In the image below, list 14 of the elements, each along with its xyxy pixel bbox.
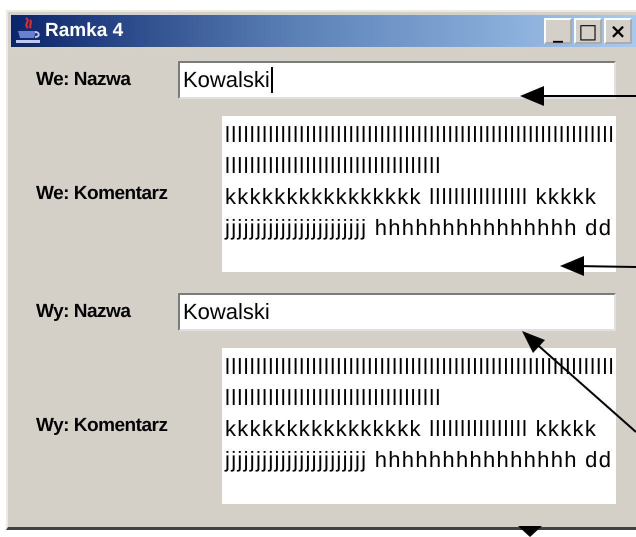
- cup-icon: [15, 17, 41, 45]
- field-label: Wy: Komentarz: [36, 415, 168, 437]
- text-field[interactable]: Kowalski: [178, 293, 616, 331]
- close-button[interactable]: ×: [604, 18, 632, 44]
- text-cursor: [270, 67, 273, 93]
- arrow: [518, 526, 542, 537]
- field-label: We: Komentarz: [36, 183, 168, 205]
- maximize-button[interactable]: □: [574, 18, 602, 44]
- text-area[interactable]: lllllllllllllllllllllllllllllllllllllllllllllllllllllllllllllll lllllllllllllllllllllllllllllllllll kkkkkkkkkkkkkkkk llllllllllllllll kkkkk jjjjjjjjjjjjjjjjjjjjjjj hhhhhhhhhhhhhhh dd: [222, 116, 616, 272]
- field-label: Wy: Nazwa: [36, 301, 130, 323]
- text-field[interactable]: Kowalski: [178, 61, 616, 99]
- minimize-button[interactable]: _: [544, 18, 572, 44]
- field-label: We: Nazwa: [36, 69, 130, 91]
- window-title: Ramka 4: [45, 20, 124, 42]
